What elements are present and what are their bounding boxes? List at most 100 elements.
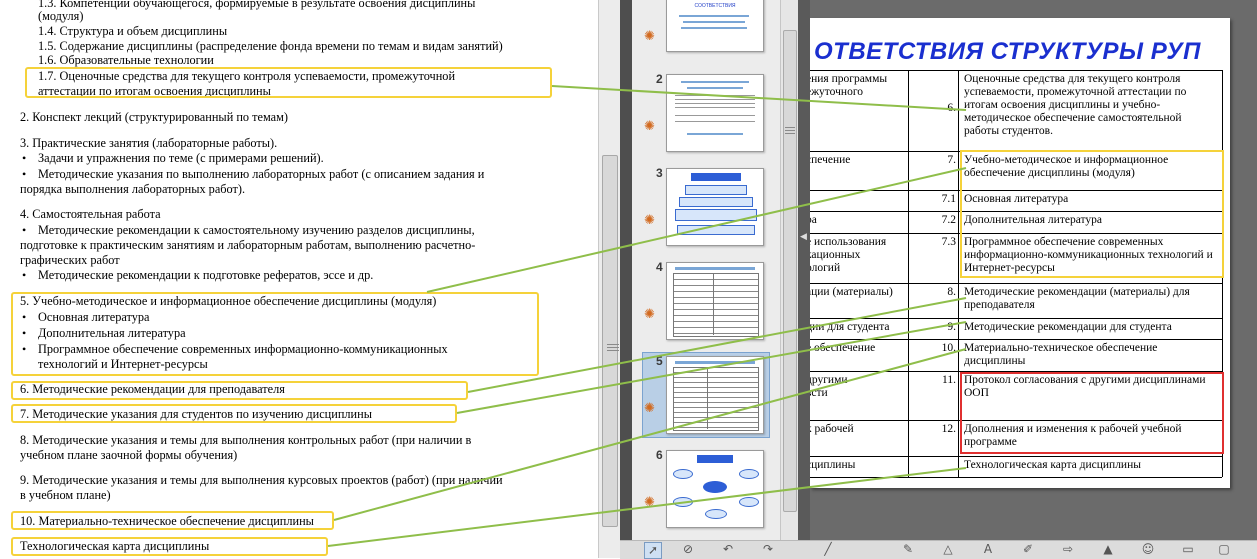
document-line: Методические рекомендации к самостоятель… bbox=[38, 223, 475, 237]
table-cell-number: 12. bbox=[941, 423, 956, 435]
bullet: • bbox=[22, 167, 27, 181]
document-page: 1.3. Компетенции обучающегося, формируем… bbox=[0, 0, 598, 558]
slide-thumbnail-5[interactable] bbox=[666, 356, 764, 434]
collapse-arrow-icon[interactable]: ◀ bbox=[800, 232, 807, 242]
slide-number: 4 bbox=[656, 260, 663, 274]
thumbnail-title: СООТВЕТСТВИЯ bbox=[694, 3, 736, 9]
slide-panel-scrollbar[interactable] bbox=[780, 0, 799, 540]
redo-icon[interactable]: ↷ bbox=[760, 542, 776, 557]
slide-number: 3 bbox=[656, 166, 663, 180]
document-line: 1.3. Компетенции обучающегося, формируем… bbox=[38, 0, 476, 10]
triangle-icon[interactable]: ▲ bbox=[1100, 542, 1116, 557]
slide-thumbnail-4[interactable] bbox=[666, 262, 764, 340]
slide-number: 5 bbox=[656, 354, 663, 368]
table-cell-number: 11. bbox=[942, 374, 956, 386]
document-line: порядка выполнения лабораторных работ). bbox=[20, 182, 246, 196]
fontwork-icon[interactable]: ✐ bbox=[1020, 542, 1036, 557]
animation-icon: ✺ bbox=[644, 494, 655, 509]
slide-thumbnail-2[interactable] bbox=[666, 74, 764, 152]
document-line: 8. Методические указания и темы для выпо… bbox=[20, 433, 472, 447]
slide-canvas: ОТВЕТСТВИЯ СТРУКТУРЫ РУП ения программы … bbox=[810, 18, 1230, 488]
document-line: подготовке к практическим занятиям и лаб… bbox=[20, 238, 476, 252]
document-line: Задачи и упражнения по теме (с примерами… bbox=[38, 151, 324, 165]
table-cell-left: е обеспечение bbox=[810, 342, 876, 354]
table-cell-right: Материально-техническое обеспечение дисц… bbox=[964, 342, 1158, 367]
table-cell-right: Оценочные средства для текущего контроля… bbox=[964, 73, 1187, 137]
document-line: Методические указания по выполнению лабо… bbox=[38, 167, 485, 181]
table-cell-right: Технологическая карта дисциплины bbox=[964, 459, 1141, 471]
table-cell-left: ции для студента bbox=[810, 321, 890, 333]
table-cell-number: 7. bbox=[947, 154, 956, 166]
table-cell-left: спечение bbox=[810, 154, 851, 166]
highlight-box-7 bbox=[11, 404, 457, 423]
table-cell-number: 7.2 bbox=[941, 214, 956, 226]
select-arrow-icon[interactable]: ➚ bbox=[644, 542, 662, 559]
document-line: 9. Методические указания и темы для выпо… bbox=[20, 473, 503, 487]
table-cell-left: ации (материалы) bbox=[810, 286, 893, 298]
highlight-box-5 bbox=[11, 292, 539, 376]
animation-icon: ✺ bbox=[644, 118, 655, 133]
document-line: Методические рекомендации к подготовке р… bbox=[38, 268, 374, 282]
table-cell-number: 7.1 bbox=[941, 193, 956, 205]
drawing-toolbar: ➚ ⊘ ↶ ↷ ╱ ✎ △ A ✐ ⇨ ▲ ☺ ▭ ▢ bbox=[620, 540, 1257, 559]
document-line: 2. Конспект лекций (структурированный по… bbox=[20, 110, 289, 124]
smiley-icon[interactable]: ☺ bbox=[1140, 542, 1156, 557]
table-cell-number: 10. bbox=[941, 342, 956, 354]
animation-icon: ✺ bbox=[644, 28, 655, 43]
document-line: 1.4. Структура и объем дисциплины bbox=[38, 24, 228, 38]
zoom-icon[interactable]: ⊘ bbox=[680, 542, 696, 557]
slide-thumbnail-6[interactable] bbox=[666, 450, 764, 528]
document-line: графических работ bbox=[20, 253, 120, 267]
scrollbar-thumb[interactable] bbox=[783, 30, 797, 512]
slide-thumbnail-panel[interactable]: СООТВЕТСТВИЯ ✺ 2 ✺ 3 ✺ 4 ✺ 5 ✺ 6 ✺ bbox=[632, 0, 780, 540]
arrow-shape-icon[interactable]: ⇨ bbox=[1060, 542, 1076, 557]
line-icon[interactable]: ╱ bbox=[820, 542, 836, 557]
document-line: в учебном плане) bbox=[20, 488, 111, 502]
highlight-box-tech-map bbox=[11, 537, 328, 556]
slide-title: ОТВЕТСТВИЯ СТРУКТУРЫ РУП bbox=[814, 38, 1201, 65]
table-cell-left: к рабочей bbox=[810, 423, 854, 435]
slide-number: 2 bbox=[656, 72, 663, 86]
animation-icon: ✺ bbox=[644, 212, 655, 227]
document-line: 3. Практические занятия (лабораторные ра… bbox=[20, 136, 278, 150]
table-cell-number: 9. bbox=[947, 321, 956, 333]
flowchart-icon[interactable]: ▭ bbox=[1180, 542, 1196, 557]
document-scrollbar[interactable] bbox=[598, 0, 621, 558]
slide-editor[interactable]: ОТВЕТСТВИЯ СТРУКТУРЫ РУП ения программы … bbox=[810, 0, 1257, 540]
bullet: • bbox=[22, 268, 27, 282]
document-line: (модуля) bbox=[38, 9, 84, 23]
document-line: 4. Самостоятельная работа bbox=[20, 207, 161, 221]
table-cell-number: 8. bbox=[947, 286, 956, 298]
callout-icon[interactable]: ▢ bbox=[1216, 542, 1232, 557]
document-line: 1.5. Содержание дисциплины (распределени… bbox=[38, 39, 503, 53]
text-icon[interactable]: A bbox=[980, 542, 996, 557]
document-line: 1.6. Образовательные технологии bbox=[38, 53, 214, 67]
table-cell-number: 7.3 bbox=[941, 236, 956, 248]
table-cell-left: ения программы ежуточного bbox=[810, 73, 888, 98]
animation-icon: ✺ bbox=[644, 400, 655, 415]
bullet: • bbox=[22, 223, 27, 237]
shapes-icon[interactable]: △ bbox=[940, 542, 956, 557]
highlight-box-6 bbox=[11, 381, 468, 400]
undo-icon[interactable]: ↶ bbox=[720, 542, 736, 557]
slide-thumbnail-1[interactable]: СООТВЕТСТВИЯ bbox=[666, 0, 764, 52]
table-cell-left: сциплины bbox=[810, 459, 856, 471]
animation-icon: ✺ bbox=[644, 306, 655, 321]
slide-thumbnail-3[interactable] bbox=[666, 168, 764, 246]
highlight-box-1-7 bbox=[25, 67, 552, 98]
table-cell-right: Методические рекомендации (материалы) дл… bbox=[964, 286, 1190, 311]
slide-red-box bbox=[960, 372, 1224, 454]
slide-highlight-box-7 bbox=[960, 150, 1224, 278]
table-cell-right: Методические рекомендации для студента bbox=[964, 321, 1172, 333]
table-cell-left: другими всти bbox=[810, 374, 848, 399]
scrollbar-thumb[interactable] bbox=[602, 155, 619, 527]
panel-divider[interactable]: ◀ bbox=[798, 0, 810, 540]
table-cell-left: е использования кационных ологий bbox=[810, 236, 887, 274]
bullet: • bbox=[22, 151, 27, 165]
highlight-box-10 bbox=[11, 511, 334, 530]
document-line: учебном плане заочной формы обучения) bbox=[20, 448, 238, 462]
pencil-icon[interactable]: ✎ bbox=[900, 542, 916, 557]
window-frame bbox=[620, 0, 632, 558]
table-cell-number: 6. bbox=[947, 102, 956, 114]
slide-number: 6 bbox=[656, 448, 663, 462]
